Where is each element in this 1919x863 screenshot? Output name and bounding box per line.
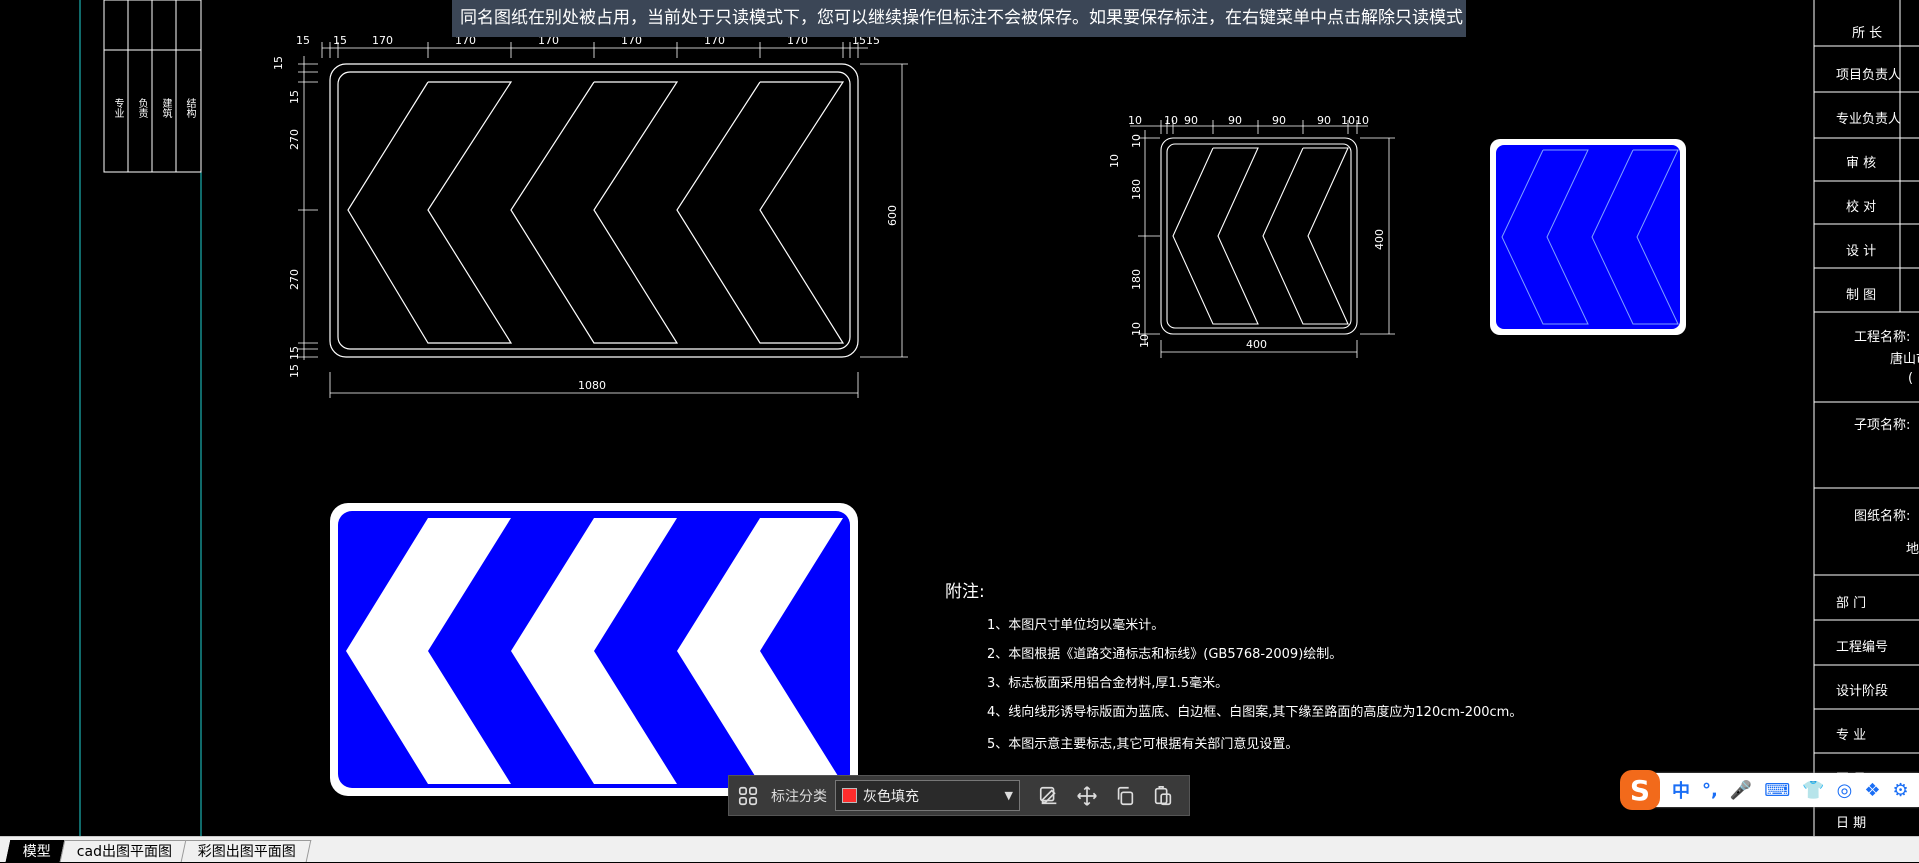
move-icon[interactable] [1068, 776, 1106, 815]
tb-row-4: 校 对 [1846, 200, 1877, 215]
dim-right: 600 [886, 205, 899, 226]
tb-row-16: 专 业 [1836, 728, 1867, 743]
note-item-3: 3、标志板面采用铝合金材料,厚1.5毫米。 [987, 676, 1229, 691]
left-label-3: 结构 [184, 98, 195, 118]
tab-color-plan-label: 彩图出图平面图 [197, 844, 296, 860]
s-dim-left-5: 10 [1138, 334, 1151, 348]
tb-row-10: 子项名称: [1854, 418, 1911, 433]
s-dim-left-0: 10 [1108, 154, 1121, 168]
copy-icon[interactable] [1106, 776, 1144, 815]
tab-model[interactable]: 模型 [5, 840, 67, 862]
large-sign-outline [329, 63, 859, 358]
tb-row-8: 唐山市 [1890, 352, 1919, 367]
tb-row-3: 审 核 [1846, 156, 1877, 171]
layout-tabs: 模型 cad出图平面图 彩图出图平面图 [0, 836, 1919, 862]
left-title-table [103, 0, 202, 173]
ime-settings-icon[interactable]: ⚙ [1887, 780, 1915, 801]
tb-row-18: 日 期 [1836, 816, 1867, 831]
dim-left-3: 270 [288, 269, 301, 290]
left-label-1: 负责 [136, 98, 147, 118]
select-value: 灰色填充 [863, 788, 919, 805]
s-dim-top-7: 10 [1355, 114, 1369, 127]
sogou-logo-icon[interactable]: S [1620, 770, 1660, 810]
s-dim-top-2: 90 [1184, 114, 1198, 127]
s-dim-left-1: 10 [1130, 134, 1143, 148]
dim-left-2: 270 [288, 129, 301, 150]
keyboard-icon[interactable]: ⌨ [1758, 780, 1796, 801]
s-dim-bottom: 400 [1246, 338, 1267, 351]
small-sign-outline [1160, 137, 1358, 335]
tb-row-14: 工程编号 [1836, 640, 1889, 655]
note-item-1: 1、本图尺寸单位均以毫米计。 [987, 618, 1165, 633]
skin-shirt-icon[interactable]: 👕 [1796, 780, 1830, 801]
readonly-banner: 同名图纸在别处被占用，当前处于只读模式下，您可以继续操作但标注不会被保存。如果要… [452, 0, 1466, 37]
s-dim-top-3: 90 [1228, 114, 1242, 127]
tb-row-5: 设 计 [1846, 244, 1877, 259]
notes-title: 附注: [945, 582, 985, 602]
note-item-2: 2、本图根据《道路交通标志和标线》(GB5768-2009)绘制。 [987, 647, 1343, 662]
large-dim-text: 15 15 170 170 170 170 170 170 15 15 1080… [272, 34, 899, 392]
note-item-5: 5、本图示意主要标志,其它可根据有关部门意见设置。 [987, 737, 1299, 752]
s-dim-left-4: 10 [1130, 322, 1143, 336]
emoji-icon[interactable]: ◎ [1831, 780, 1859, 801]
tab-cad-plan[interactable]: cad出图平面图 [59, 840, 188, 862]
ime-punctuation-icon[interactable]: °, [1696, 780, 1724, 801]
s-dim-left-2: 180 [1130, 179, 1143, 200]
tb-row-1: 项目负责人 [1836, 68, 1902, 83]
tab-color-plan[interactable]: 彩图出图平面图 [180, 840, 312, 862]
annotation-category-label: 标注分类 [771, 788, 827, 805]
tab-cad-plan-label: cad出图平面图 [76, 844, 172, 860]
annotation-toolbar: 标注分类 灰色填充 ▼ [728, 775, 1190, 816]
s-dim-right: 400 [1373, 229, 1386, 250]
tb-row-13: 部 门 [1836, 596, 1867, 611]
tab-model-label: 模型 [22, 844, 51, 860]
toolbox-icon[interactable]: ❖ [1858, 780, 1886, 801]
tb-row-9: ( [1908, 371, 1914, 386]
dim-bottom: 1080 [578, 379, 606, 392]
color-swatch [842, 788, 857, 803]
left-label-2: 建筑 [160, 98, 171, 118]
s-dim-left-3: 180 [1130, 269, 1143, 290]
microphone-icon[interactable]: 🎤 [1724, 780, 1758, 801]
s-dim-top-6: 10 [1341, 114, 1355, 127]
dim-top-2: 170 [372, 34, 393, 47]
tb-row-0: 所 长 [1852, 26, 1883, 41]
dim-top-1: 15 [333, 34, 347, 47]
edit-icon[interactable] [1030, 776, 1068, 815]
tb-row-11: 图纸名称: [1854, 509, 1911, 524]
dim-top-0: 15 [296, 34, 310, 47]
small-sign-dimensions [1130, 120, 1395, 358]
grid-apps-icon[interactable] [729, 776, 767, 815]
chevron-down-icon: ▼ [1004, 789, 1013, 802]
left-label-0: 专业 [112, 98, 123, 118]
tb-row-2: 专业负责人 [1836, 112, 1902, 127]
paste-icon[interactable] [1144, 776, 1182, 815]
ime-toolbar: S 中 °, 🎤 ⌨ 👕 ◎ ❖ ⚙ [1620, 770, 1919, 810]
dim-left-1: 15 [288, 90, 301, 104]
dim-left-5: 15 [288, 364, 301, 378]
tb-row-7: 工程名称: [1854, 330, 1911, 345]
large-blue-sign [330, 503, 858, 796]
cad-drawing-canvas[interactable]: 15 15 170 170 170 170 170 170 15 15 1080… [0, 0, 1919, 861]
large-sign-dimensions [298, 42, 908, 398]
s-dim-top-0: 10 [1128, 114, 1142, 127]
tb-row-6: 制 图 [1846, 288, 1877, 303]
s-dim-top-5: 90 [1317, 114, 1331, 127]
s-dim-top-4: 90 [1272, 114, 1286, 127]
small-blue-sign [1490, 139, 1686, 335]
dim-left-0: 15 [272, 56, 285, 70]
note-item-4: 4、线向线形诱导标版面为蓝底、白边框、白图案,其下缘至路面的高度应为120cm-… [987, 705, 1523, 720]
tb-row-12: 地 [1906, 542, 1919, 557]
tb-row-15: 设计阶段 [1836, 684, 1889, 699]
annotation-category-select[interactable]: 灰色填充 ▼ [835, 780, 1020, 811]
ime-chinese-mode[interactable]: 中 [1666, 777, 1696, 803]
dim-left-4: 15 [288, 346, 301, 360]
s-dim-top-1: 10 [1164, 114, 1178, 127]
